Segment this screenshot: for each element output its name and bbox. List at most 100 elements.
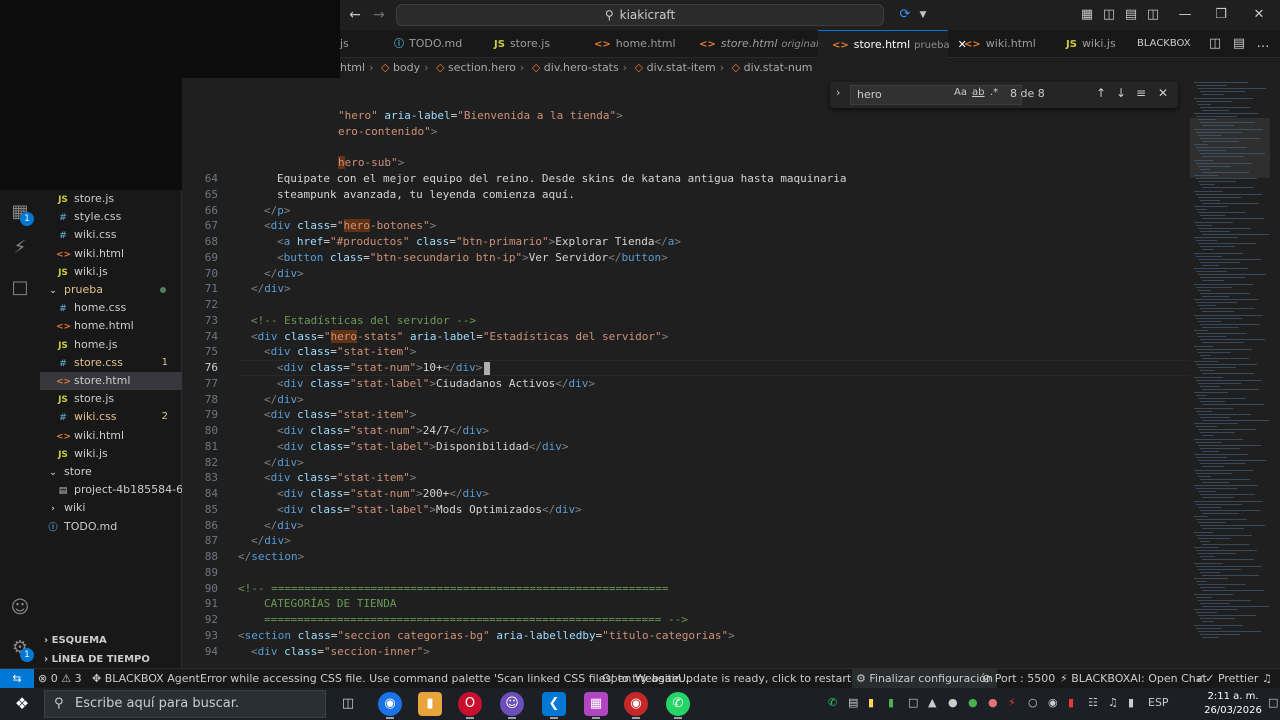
match-case-toggle[interactable]: Aa <box>954 87 967 98</box>
copilot-icon[interactable]: ⟳ <box>896 6 914 24</box>
code-line[interactable]: 75 <div class="stat-item"> <box>182 344 1182 360</box>
tray-icon[interactable]: ● <box>988 696 998 709</box>
outline-section[interactable]: › ESQUEMA <box>40 632 182 650</box>
match-word-toggle[interactable]: ab <box>972 87 984 98</box>
code-line[interactable]: 65 steampunk avanzada, tu leyenda comienz… <box>182 187 1182 203</box>
remote-indicator[interactable]: ⇆ <box>0 669 34 688</box>
blackbox-tab[interactable]: BLACKBOX <box>1137 30 1191 58</box>
code-line[interactable]: 68 <a href="#productos" class="btn-primar… <box>182 234 1182 250</box>
prettier-status[interactable]: ✓✓ Prettier <box>1196 669 1258 688</box>
regex-toggle[interactable]: .* <box>990 87 998 98</box>
tree-item[interactable]: # wiki.css <box>40 226 182 244</box>
code-line[interactable]: 74 <div class="hero-stats" aria-label="Es… <box>182 329 1182 345</box>
code-line[interactable]: 93 <section class="seccion categorias-bg"… <box>182 628 1182 644</box>
tree-item[interactable]: ▤ project-4b185584-63... <box>40 481 182 499</box>
discord-icon[interactable]: ☺ <box>500 692 524 719</box>
tree-item[interactable]: ⓘ TODO.md <box>40 518 182 536</box>
notifications-bell-icon[interactable]: ♫ <box>1262 669 1272 688</box>
tray-icon[interactable]: ● <box>948 696 958 709</box>
tree-item[interactable]: <> wiki.html <box>40 245 182 263</box>
code-line[interactable]: ero-contenido"> <box>182 124 1182 140</box>
breadcrumb-item[interactable]: html <box>340 61 365 74</box>
split-editor-icon[interactable]: ◫ <box>1206 35 1224 53</box>
chevron-down-icon[interactable]: ▼ <box>914 6 932 24</box>
chrome-icon[interactable]: ◉ <box>378 692 402 719</box>
account-icon[interactable]: ☺ <box>8 596 32 620</box>
toggle-secondary-sidebar-icon[interactable]: ◫ <box>1144 6 1162 24</box>
tree-item[interactable]: # wiki.css 2 <box>40 408 182 426</box>
windows-start-icon[interactable]: ❖ <box>12 694 32 714</box>
breadcrumb-item[interactable]: div.stat-num <box>744 61 813 74</box>
network-icon[interactable]: ☷ <box>1088 696 1098 709</box>
code-line[interactable]: 79 <div class="stat-item"> <box>182 407 1182 423</box>
task-view-icon[interactable]: ◫ <box>336 692 360 716</box>
file-explorer-icon[interactable]: ▮ <box>418 692 442 716</box>
tree-item[interactable]: <> store.html <box>40 372 182 390</box>
tab-store-js[interactable]: JS store.js <box>480 30 578 58</box>
blackbox-chat-button[interactable]: ⚡ BLACKBOXAI: Open Chat <box>1060 669 1207 688</box>
customize-layout-icon[interactable]: ▦ <box>1078 6 1096 24</box>
language-indicator[interactable]: ESP <box>1148 696 1169 709</box>
tree-item[interactable]: ⌄ store <box>40 463 182 481</box>
tree-item[interactable]: JS store.js <box>40 390 182 408</box>
tray-icon[interactable]: ▮ <box>868 696 874 709</box>
command-center-search[interactable]: ⚲ kiakicraft <box>396 4 884 26</box>
tray-icon[interactable]: ▮ <box>888 696 894 709</box>
restore-icon[interactable]: ❐ <box>1212 6 1230 24</box>
timeline-section[interactable]: › LÍNEA DE TIEMPO <box>40 651 182 669</box>
more-actions-icon[interactable]: … <box>1254 35 1272 53</box>
code-line[interactable]: 90 <!-- =================================… <box>182 581 1182 597</box>
vscode-icon[interactable]: ❮ <box>542 692 566 719</box>
code-line[interactable]: 88 </section> <box>182 549 1182 565</box>
tree-item[interactable]: JS store.js <box>40 190 182 208</box>
code-line[interactable]: 87 </div> <box>182 533 1182 549</box>
code-line[interactable]: 66 </p> <box>182 203 1182 219</box>
next-match-icon[interactable]: ↓ <box>1116 86 1126 100</box>
code-line[interactable]: 73 <!-- Estadísticas del servidor --> <box>182 313 1182 329</box>
tree-item[interactable]: <> home.html <box>40 317 182 335</box>
remote-explorer-icon[interactable]: □ <box>8 276 32 300</box>
tray-icon[interactable]: ○ <box>1028 696 1038 709</box>
teams-icon[interactable]: ▦ <box>584 692 608 719</box>
code-line[interactable]: 84 <div class="stat-num">200+</div> <box>182 486 1182 502</box>
blackbox-agent-status[interactable]: ✥ BLACKBOX Agent <box>92 669 200 688</box>
tree-item[interactable]: ⌄ prueba <box>40 281 182 299</box>
toggle-sidebar-icon[interactable]: ◫ <box>1100 6 1118 24</box>
code-line[interactable]: hero-sub"> <box>182 155 1182 171</box>
minimap[interactable] <box>1190 78 1280 668</box>
tree-item[interactable]: # home.css <box>40 299 182 317</box>
code-line[interactable]: 78 </div> <box>182 392 1182 408</box>
opera-icon[interactable]: O <box>458 692 482 719</box>
code-editor[interactable]: "hero" aria-label="Bienvenida a la tiend… <box>182 78 1190 668</box>
tree-item[interactable]: JS wiki.js <box>40 445 182 463</box>
tree-item[interactable]: JS home.js <box>40 336 182 354</box>
tree-item[interactable]: # style.css <box>40 208 182 226</box>
code-line[interactable]: 80 <div class="stat-num">24/7</div> <box>182 423 1182 439</box>
run-debug-icon[interactable]: ⚡ <box>8 236 32 260</box>
tray-icon[interactable]: ▮ <box>1068 696 1074 709</box>
code-line[interactable]: "hero" aria-label="Bienvenida a la tiend… <box>182 108 1182 124</box>
breadcrumb-item[interactable]: div.stat-item <box>647 61 716 74</box>
tab-js[interactable]: js <box>340 30 378 58</box>
back-arrow-icon[interactable]: ← <box>346 6 364 24</box>
tab-TODO-md[interactable]: ⓘ TODO.md <box>380 30 478 58</box>
breadcrumb-item[interactable]: body <box>393 61 420 74</box>
close-find-icon[interactable]: ✕ <box>1158 86 1168 100</box>
tab-store-html[interactable]: <> store.html original <box>685 30 819 58</box>
tray-icon[interactable]: ● <box>968 696 978 709</box>
tray-icon[interactable]: ▲ <box>928 696 936 709</box>
tab-wiki-html[interactable]: <> wiki.html <box>950 30 1050 58</box>
code-line[interactable]: 77 <div class="stat-label">Ciudadanos Act… <box>182 376 1182 392</box>
code-line[interactable]: 92 ======================================… <box>182 612 1182 628</box>
code-line[interactable]: 83 <div class="stat-item"> <box>182 470 1182 486</box>
tab-home-html[interactable]: <> home.html <box>580 30 683 58</box>
code-line[interactable]: 86 </div> <box>182 518 1182 534</box>
tray-icon[interactable]: ⚡ <box>1008 696 1016 709</box>
tray-icon[interactable]: □ <box>908 696 918 709</box>
update-notice[interactable]: Update is ready, click to restart. <box>678 669 855 688</box>
tree-item[interactable]: JS wiki.js <box>40 263 182 281</box>
code-line[interactable]: 89 <box>182 565 1182 581</box>
minimize-icon[interactable]: — <box>1176 6 1194 24</box>
preview-icon[interactable]: ▤ <box>1230 35 1248 53</box>
code-line[interactable]: 76 <div class="stat-num">10+</div> <box>182 360 1182 376</box>
